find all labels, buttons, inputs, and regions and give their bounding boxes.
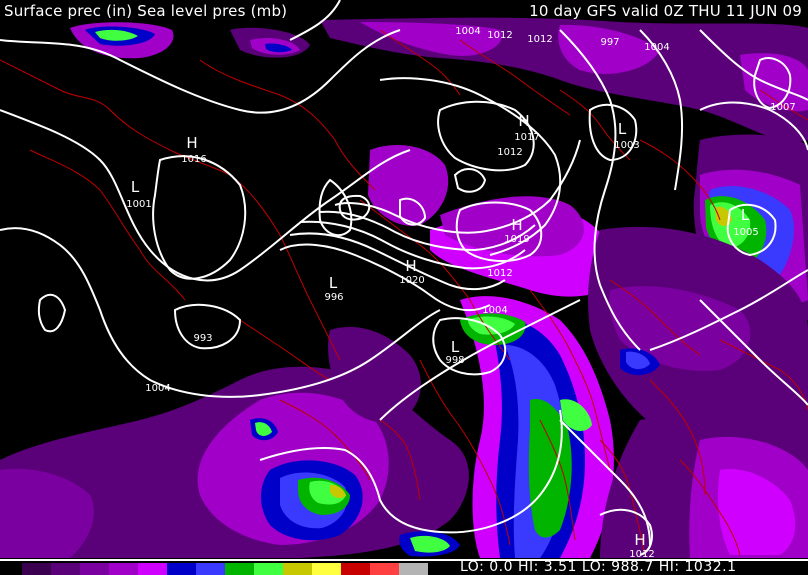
pressure-value-label: 1005 <box>733 227 758 238</box>
pressure-value-label: 1012 <box>487 30 512 41</box>
pressure-value-label: 1012 <box>527 34 552 45</box>
map-title: Surface prec (in) Sea level pres (mb) <box>4 2 288 20</box>
pressure-low: LO: 988.7 <box>581 559 654 575</box>
pressure-value-label: 998 <box>445 355 464 366</box>
legend-swatch <box>399 563 428 575</box>
legend-swatch <box>196 563 225 575</box>
weather-map: 1004 1012 1012 997 1004 1007 H 1016 L 1001 H 1017 10… <box>0 0 808 575</box>
pressure-center-label: H <box>634 531 645 549</box>
legend-swatch <box>283 563 312 575</box>
legend-swatch <box>225 563 254 575</box>
pressure-center-label: L <box>131 178 140 196</box>
legend-swatch <box>51 563 80 575</box>
legend-swatch <box>167 563 196 575</box>
pressure-center-label: H <box>405 257 416 275</box>
pressure-value-label: 1012 <box>497 147 522 158</box>
legend-swatch <box>370 563 399 575</box>
pressure-center-label: H <box>186 134 197 152</box>
pressure-high: HI: 1032.1 <box>658 559 737 575</box>
pressure-value-label: 1004 <box>145 383 170 394</box>
pressure-value-label: 1007 <box>770 102 795 113</box>
pressure-center-label: H <box>511 216 522 234</box>
pressure-value-label: 993 <box>193 333 212 344</box>
legend-swatch <box>80 563 109 575</box>
pressure-value-label: 996 <box>324 292 343 303</box>
pressure-value-label: 1004 <box>644 42 669 53</box>
forecast-validity: 10 day GFS valid 0Z THU 11 JUN 09 <box>529 2 802 20</box>
pressure-value-label: 1020 <box>399 275 424 286</box>
pressure-value-label: 1001 <box>126 199 151 210</box>
pressure-value-label: 997 <box>600 37 619 48</box>
stats-readout: LO: 0.0 HI: 3.51 LO: 988.7 HI: 1032.1 <box>460 559 737 575</box>
color-legend <box>22 563 428 575</box>
precip-low: LO: 0.0 <box>460 559 514 575</box>
pressure-value-label: 1004 <box>455 26 480 37</box>
pressure-center-label: L <box>618 120 627 138</box>
pressure-center-label: L <box>741 206 750 224</box>
pressure-value-label: 1004 <box>482 305 507 316</box>
pressure-value-label: 1016 <box>181 154 206 165</box>
pressure-center-label: L <box>329 274 338 292</box>
legend-swatch <box>341 563 370 575</box>
pressure-value-label: 1003 <box>614 140 639 151</box>
legend-swatch <box>138 563 167 575</box>
legend-swatch <box>312 563 341 575</box>
pressure-value-label: 1012 <box>487 268 512 279</box>
pressure-value-label: 1017 <box>514 132 539 143</box>
pressure-center-label: H <box>518 112 529 130</box>
legend-swatch <box>109 563 138 575</box>
legend-swatch <box>254 563 283 575</box>
pressure-value-label: 1019 <box>504 234 529 245</box>
pressure-center-label: L <box>451 338 460 356</box>
legend-swatch <box>22 563 51 575</box>
precip-high: HI: 3.51 <box>517 559 577 575</box>
